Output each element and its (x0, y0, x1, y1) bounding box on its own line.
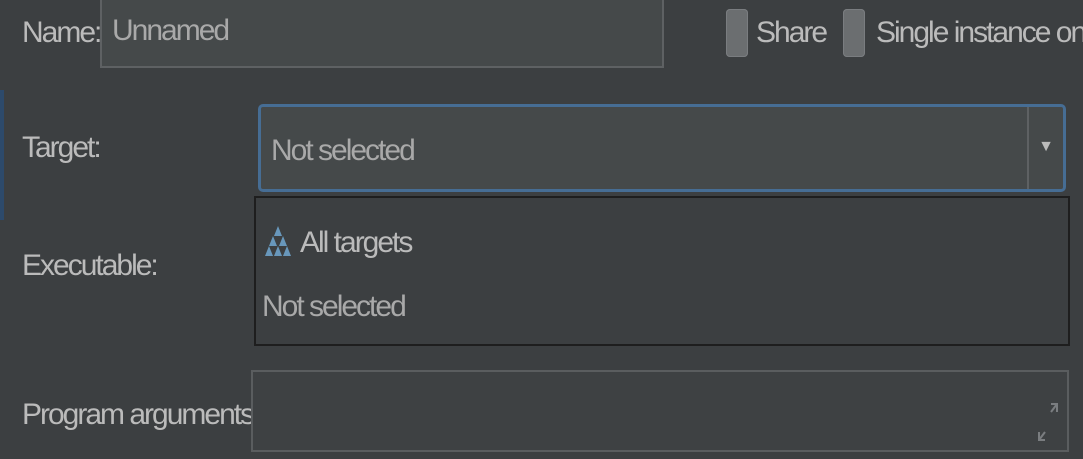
target-combo[interactable]: Not selected ▼ (258, 104, 1066, 192)
program-arguments-field[interactable] (251, 370, 1069, 452)
single-instance-label[interactable]: Single instance only (876, 16, 1083, 50)
share-label[interactable]: Share (756, 16, 828, 50)
dropdown-option-label: Not selected (262, 290, 407, 323)
focus-strip (0, 90, 4, 220)
dropdown-arrow-icon[interactable]: ▼ (1038, 138, 1054, 156)
name-label: Name: (22, 16, 102, 49)
dropdown-option-label: All targets (300, 226, 413, 259)
share-checkbox[interactable] (726, 9, 748, 57)
name-input[interactable] (102, 0, 642, 64)
target-dropdown-list: All targets Not selected (254, 196, 1070, 346)
name-field[interactable] (100, 0, 664, 68)
targets-icon (265, 226, 291, 256)
single-instance-checkbox[interactable] (843, 9, 865, 57)
dropdown-option-not-selected[interactable]: Not selected (262, 290, 1062, 334)
dropdown-option-all-targets[interactable]: All targets (262, 218, 1062, 262)
program-arguments-label: Program arguments: (22, 398, 261, 431)
expand-icon[interactable] (1037, 402, 1059, 442)
executable-label: Executable: (22, 249, 159, 282)
combo-separator (1027, 107, 1029, 189)
target-label: Target: (22, 131, 102, 164)
target-value: Not selected (271, 134, 416, 167)
